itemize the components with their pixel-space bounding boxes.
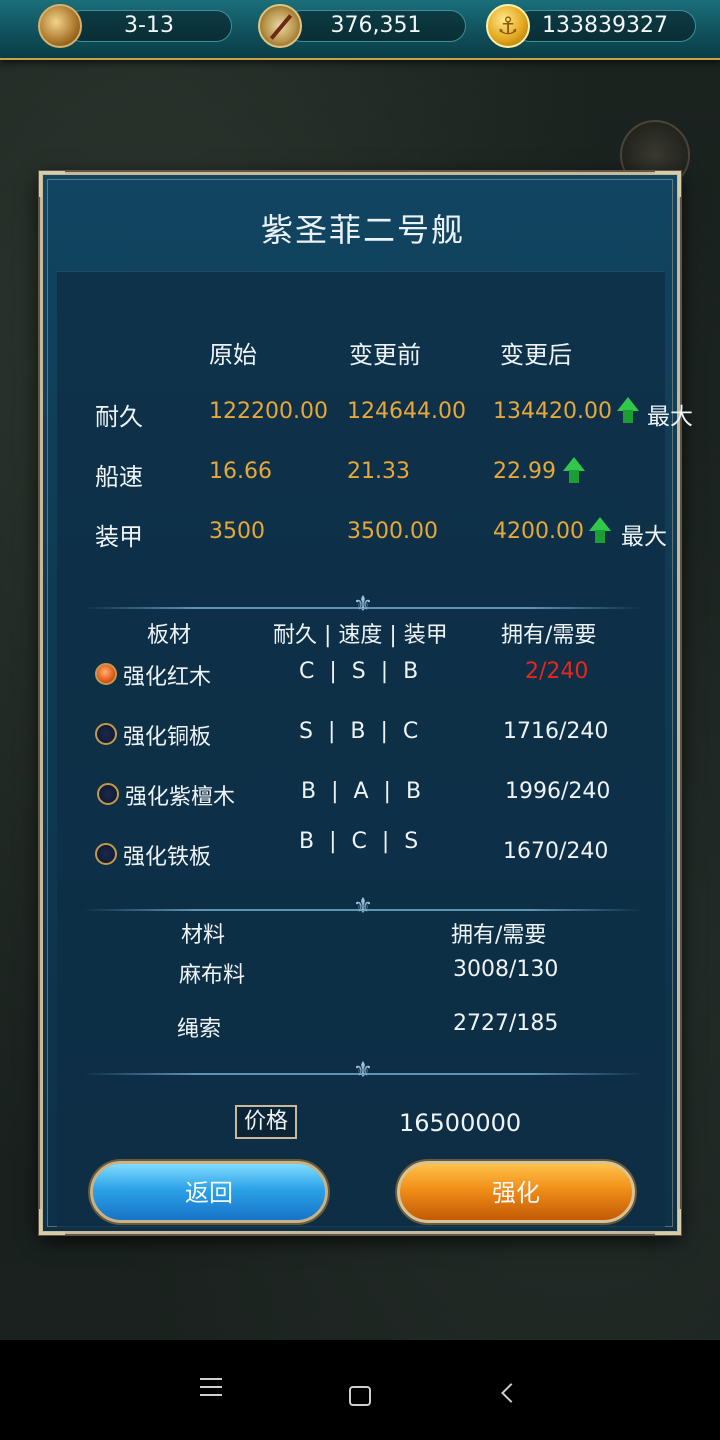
compass-icon — [258, 4, 302, 48]
back-button[interactable]: 返回 — [90, 1161, 328, 1223]
system-navigation-bar — [0, 1340, 720, 1440]
divider-ornament-icon: ⚜ — [353, 1058, 373, 1083]
menu-icon[interactable] — [200, 1378, 222, 1396]
resource-bar: 3-13 376,351 133839327 — [0, 0, 720, 60]
max-label-durability: 最大 — [647, 404, 693, 430]
plate-owned-iron: 1670/240 — [503, 839, 609, 864]
material-name-rope: 绳索 — [177, 1017, 222, 1042]
plates-header-material: 板材 — [147, 623, 192, 648]
material-name-linen: 麻布料 — [179, 963, 246, 988]
price-label: 价格 — [235, 1105, 297, 1139]
column-before: 变更前 — [349, 341, 421, 369]
plate-radio-copper[interactable] — [95, 723, 117, 745]
materials-header-owned: 拥有/需要 — [451, 923, 547, 948]
plate-owned-red-wood: 2/240 — [525, 659, 589, 684]
max-label-armor: 最大 — [621, 524, 667, 550]
stat-after-armor: 4200.00 — [493, 519, 584, 544]
gold-value: 133839327 — [542, 13, 668, 38]
material-owned-rope: 2727/185 — [453, 1011, 559, 1036]
plate-radio-red-wood[interactable] — [95, 663, 117, 685]
increase-arrow-icon — [563, 457, 585, 483]
plate-grades-copper: S | B | C — [299, 719, 419, 744]
plate-radio-rosewood[interactable] — [97, 783, 119, 805]
stat-after-durability: 134420.00 — [493, 399, 612, 424]
plate-name-rosewood[interactable]: 强化紫檀木 — [125, 779, 235, 811]
corner-ornament — [39, 171, 65, 197]
gold-display: 133839327 — [514, 10, 696, 42]
stat-before-armor: 3500.00 — [347, 519, 438, 544]
plate-radio-iron[interactable] — [95, 843, 117, 865]
plate-name-copper[interactable]: 强化铜板 — [123, 719, 211, 751]
navigation-points-value: 376,351 — [330, 13, 422, 38]
stage-display: 3-13 — [66, 10, 232, 42]
divider-ornament-icon: ⚜ — [353, 592, 373, 617]
material-owned-linen: 3008/130 — [453, 957, 559, 982]
stat-before-speed: 21.33 — [347, 459, 410, 484]
stat-name-armor: 装甲 — [95, 523, 143, 551]
corner-ornament — [655, 171, 681, 197]
plates-header-owned: 拥有/需要 — [501, 623, 597, 648]
price-value: 16500000 — [399, 1109, 522, 1137]
home-icon[interactable] — [349, 1386, 371, 1406]
plate-grades-rosewood: B | A | B — [301, 779, 422, 804]
stat-original-durability: 122200.00 — [209, 399, 328, 424]
hourglass-icon — [38, 4, 82, 48]
ship-upgrade-dialog: 紫圣菲二号舰 原始 变更前 变更后 耐久 122200.00 124644.00… — [39, 171, 693, 1235]
navigation-points-display: 376,351 — [286, 10, 466, 42]
stat-original-speed: 16.66 — [209, 459, 272, 484]
plate-name-iron[interactable]: 强化铁板 — [123, 839, 211, 871]
increase-arrow-icon — [617, 397, 639, 423]
stat-name-durability: 耐久 — [95, 403, 143, 431]
stage-value: 3-13 — [124, 13, 174, 38]
plates-header-grades: 耐久 | 速度 | 装甲 — [273, 623, 448, 648]
plate-owned-rosewood: 1996/240 — [505, 779, 611, 804]
stat-name-speed: 船速 — [95, 463, 143, 491]
back-icon[interactable] — [501, 1383, 521, 1403]
stat-original-armor: 3500 — [209, 519, 265, 544]
plate-grades-iron: B | C | S — [299, 829, 419, 854]
increase-arrow-icon — [589, 517, 611, 543]
stat-after-speed: 22.99 — [493, 459, 556, 484]
stat-before-durability: 124644.00 — [347, 399, 466, 424]
plate-grades-red-wood: C | S | B — [299, 659, 419, 684]
divider-ornament-icon: ⚜ — [353, 894, 373, 919]
plate-name-red-wood[interactable]: 强化红木 — [123, 659, 211, 691]
materials-header-material: 材料 — [181, 923, 226, 948]
plate-owned-copper: 1716/240 — [503, 719, 609, 744]
dialog-title: 紫圣菲二号舰 — [260, 211, 465, 249]
column-after: 变更后 — [500, 341, 572, 369]
strengthen-button[interactable]: 强化 — [397, 1161, 635, 1223]
column-original: 原始 — [209, 341, 257, 369]
gold-coin-icon — [486, 4, 530, 48]
